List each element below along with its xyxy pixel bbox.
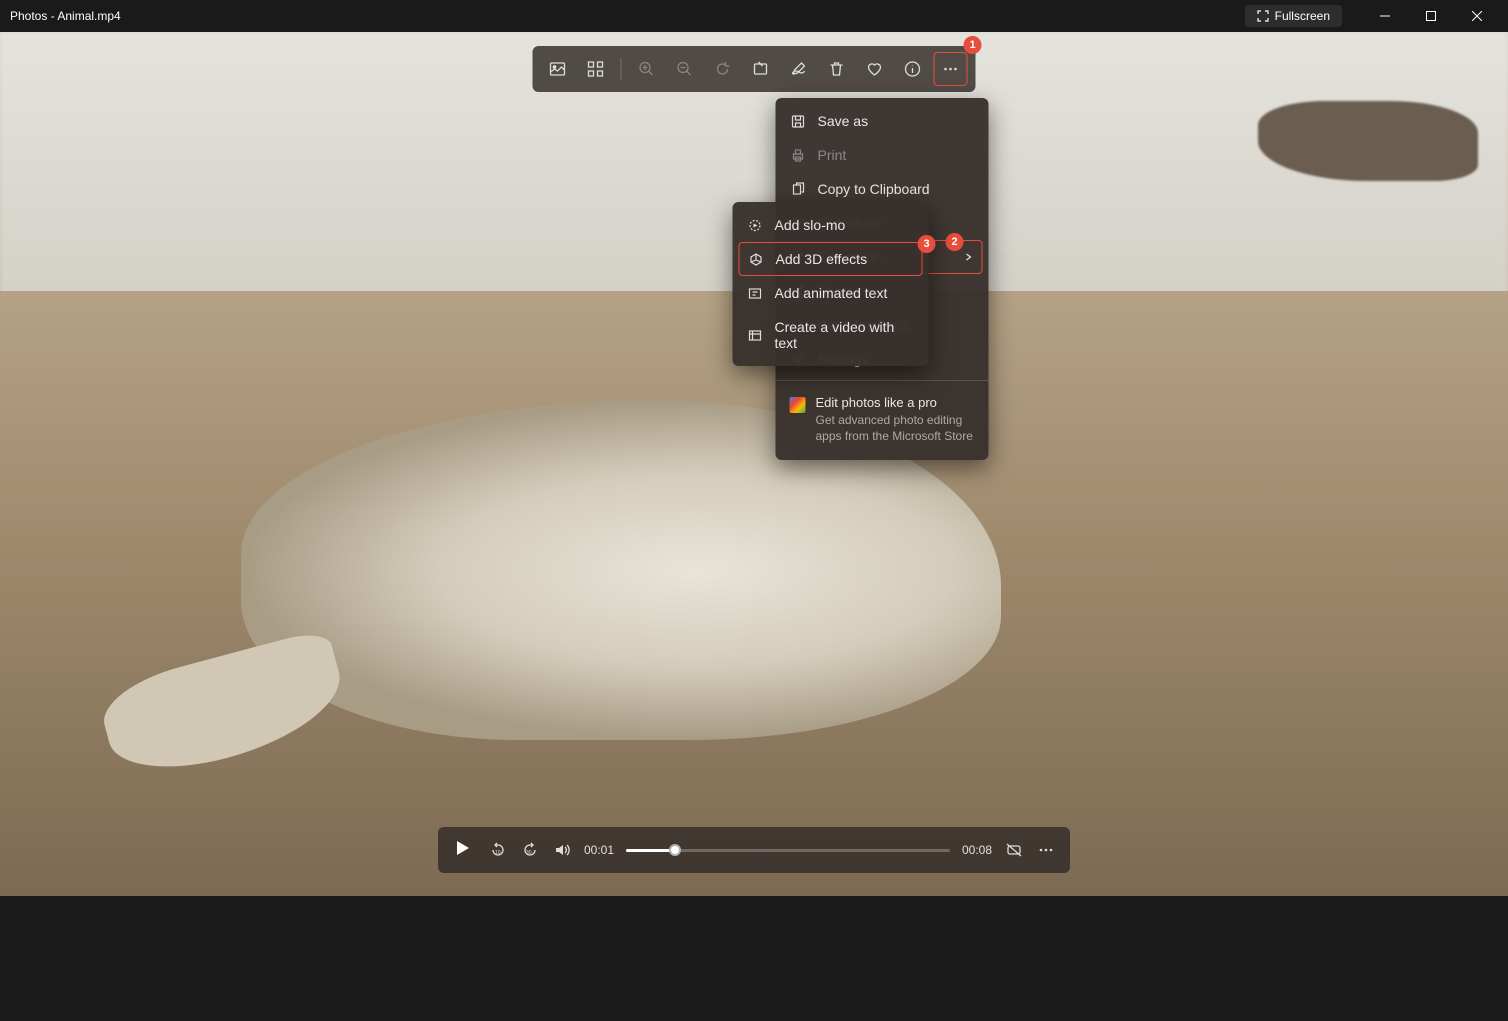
fullscreen-icon (1257, 10, 1269, 22)
copy-icon (790, 181, 806, 197)
rotate-button[interactable] (706, 52, 740, 86)
print-icon (790, 147, 806, 163)
submenu-animated-text-label: Add animated text (775, 285, 888, 301)
fullscreen-label: Fullscreen (1275, 9, 1330, 23)
animated-text-icon (747, 285, 763, 301)
toolbar-container: 1 Save as Print Copy to Clipboard Slides… (533, 46, 976, 92)
close-button[interactable] (1454, 0, 1500, 32)
play-button[interactable] (452, 838, 476, 862)
submenu-slomo[interactable]: Add slo-mo (733, 208, 929, 242)
menu-print-label: Print (818, 147, 847, 163)
chevron-right-icon (964, 252, 974, 262)
svg-text:10: 10 (495, 850, 501, 856)
progress-thumb[interactable] (669, 844, 681, 856)
toolbar-separator (621, 58, 622, 80)
volume-button[interactable] (552, 840, 572, 860)
skip-forward-button[interactable]: 30 (520, 840, 540, 860)
menu-save-as[interactable]: Save as (776, 104, 989, 138)
delete-button[interactable] (820, 52, 854, 86)
draw-button[interactable] (782, 52, 816, 86)
toolbar (533, 46, 976, 92)
annotation-badge-3: 3 (918, 235, 936, 253)
save-icon (790, 113, 806, 129)
promo-description: Get advanced photo editing apps from the… (816, 413, 975, 444)
submenu-slomo-label: Add slo-mo (775, 217, 846, 233)
more-options-button[interactable] (934, 52, 968, 86)
svg-text:30: 30 (526, 850, 532, 856)
progress-bar[interactable] (626, 849, 950, 852)
menu-save-as-label: Save as (818, 113, 869, 129)
submenu-3d-effects-label: Add 3D effects (776, 251, 868, 267)
minimize-button[interactable] (1362, 0, 1408, 32)
menu-copy[interactable]: Copy to Clipboard (776, 172, 989, 206)
content-area: 1 Save as Print Copy to Clipboard Slides… (0, 32, 1508, 896)
info-button[interactable] (896, 52, 930, 86)
video-frame (0, 32, 1508, 896)
video-player-controls: 10 30 00:01 00:08 (438, 827, 1070, 873)
skip-back-button[interactable]: 10 (488, 840, 508, 860)
window-title: Photos - Animal.mp4 (8, 9, 1245, 23)
menu-promo[interactable]: Edit photos like a pro Get advanced phot… (776, 385, 989, 454)
menu-print: Print (776, 138, 989, 172)
submenu-3d-effects[interactable]: Add 3D effects 3 (739, 242, 923, 276)
window-controls (1362, 0, 1500, 32)
fullscreen-button[interactable]: Fullscreen (1245, 5, 1342, 27)
zoom-in-button[interactable] (630, 52, 664, 86)
loop-button[interactable] (1004, 840, 1024, 860)
menu-separator (776, 380, 989, 381)
collection-button[interactable] (579, 52, 613, 86)
submenu-video-text[interactable]: Create a video with text (733, 310, 929, 360)
view-all-photos-button[interactable] (541, 52, 575, 86)
player-more-button[interactable] (1036, 840, 1056, 860)
promo-title: Edit photos like a pro (816, 395, 975, 410)
maximize-button[interactable] (1408, 0, 1454, 32)
current-time: 00:01 (584, 843, 614, 857)
progress-fill (626, 849, 675, 852)
video-text-icon (747, 327, 763, 343)
edit-more-submenu: Add slo-mo Add 3D effects 3 Add animated… (733, 202, 929, 366)
submenu-animated-text[interactable]: Add animated text (733, 276, 929, 310)
store-icon (790, 397, 806, 413)
submenu-video-text-label: Create a video with text (775, 319, 915, 351)
menu-copy-label: Copy to Clipboard (818, 181, 930, 197)
duration-time: 00:08 (962, 843, 992, 857)
bottom-spacer (0, 896, 1508, 1021)
titlebar: Photos - Animal.mp4 Fullscreen (0, 0, 1508, 32)
annotation-badge-1: 1 (964, 36, 982, 54)
favorite-button[interactable] (858, 52, 892, 86)
effects-3d-icon (748, 251, 764, 267)
zoom-out-button[interactable] (668, 52, 702, 86)
annotation-badge-2: 2 (946, 233, 964, 251)
slomo-icon (747, 217, 763, 233)
crop-button[interactable] (744, 52, 778, 86)
